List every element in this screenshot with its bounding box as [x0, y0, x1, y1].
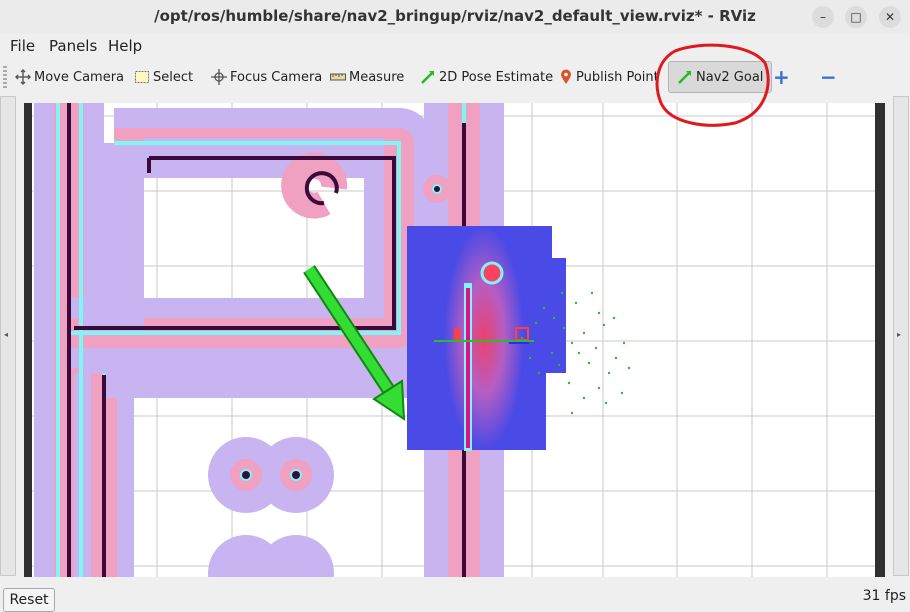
focus-camera-icon	[211, 69, 227, 85]
map-pin-icon	[561, 69, 571, 84]
select-icon	[135, 71, 149, 83]
close-button[interactable]: ✕	[879, 6, 901, 28]
map-canvas	[24, 103, 885, 577]
viewport-right-edge	[875, 103, 885, 577]
left-panel-handle[interactable]: ◂	[0, 96, 16, 576]
collapse-left-icon: ◂	[4, 330, 9, 339]
move-camera-tool[interactable]: Move Camera	[15, 66, 124, 88]
focus-camera-tool[interactable]: Focus Camera	[211, 66, 322, 88]
menu-file[interactable]: File	[10, 37, 35, 55]
toolbar-grip[interactable]	[3, 66, 7, 88]
right-panel-handle[interactable]: ▸	[893, 96, 909, 576]
remove-tool-icon[interactable]: −	[820, 65, 837, 89]
viewport-left-edge	[24, 103, 32, 577]
publish-point-tool[interactable]: Publish Point	[559, 66, 659, 88]
measure-label: Measure	[349, 69, 405, 85]
add-tool-icon[interactable]: +	[773, 65, 790, 89]
pose-estimate-tool[interactable]: 2D Pose Estimate	[420, 66, 553, 88]
render-viewport[interactable]	[24, 103, 885, 577]
pose-estimate-label: 2D Pose Estimate	[439, 69, 554, 85]
select-label: Select	[153, 69, 194, 85]
collapse-right-icon: ▸	[897, 330, 902, 339]
menu-help[interactable]: Help	[108, 37, 142, 55]
minimize-button[interactable]: –	[812, 6, 834, 28]
ruler-icon	[330, 73, 346, 81]
reset-button[interactable]: Reset	[3, 588, 55, 612]
pose-arrow-icon	[421, 71, 434, 84]
tool-bar: Move Camera Select Focus Camera Measure …	[0, 58, 910, 96]
maximize-button[interactable]: □	[845, 6, 867, 28]
focus-camera-label: Focus Camera	[230, 69, 323, 85]
move-camera-icon	[15, 69, 31, 85]
menu-bar: File Panels Help	[0, 34, 910, 58]
publish-point-label: Publish Point	[576, 69, 659, 85]
title-bar: /opt/ros/humble/share/nav2_bringup/rviz/…	[0, 0, 910, 35]
status-bar: Reset 31 fps	[0, 580, 910, 612]
select-tool[interactable]: Select	[134, 66, 193, 88]
local-costmap	[407, 226, 566, 451]
annotation-circle	[655, 43, 770, 127]
measure-tool[interactable]: Measure	[330, 66, 404, 88]
window-title: /opt/ros/humble/share/nav2_bringup/rviz/…	[154, 7, 756, 25]
fps-readout: 31 fps	[862, 588, 906, 604]
move-camera-label: Move Camera	[34, 69, 125, 85]
menu-panels[interactable]: Panels	[49, 37, 97, 55]
